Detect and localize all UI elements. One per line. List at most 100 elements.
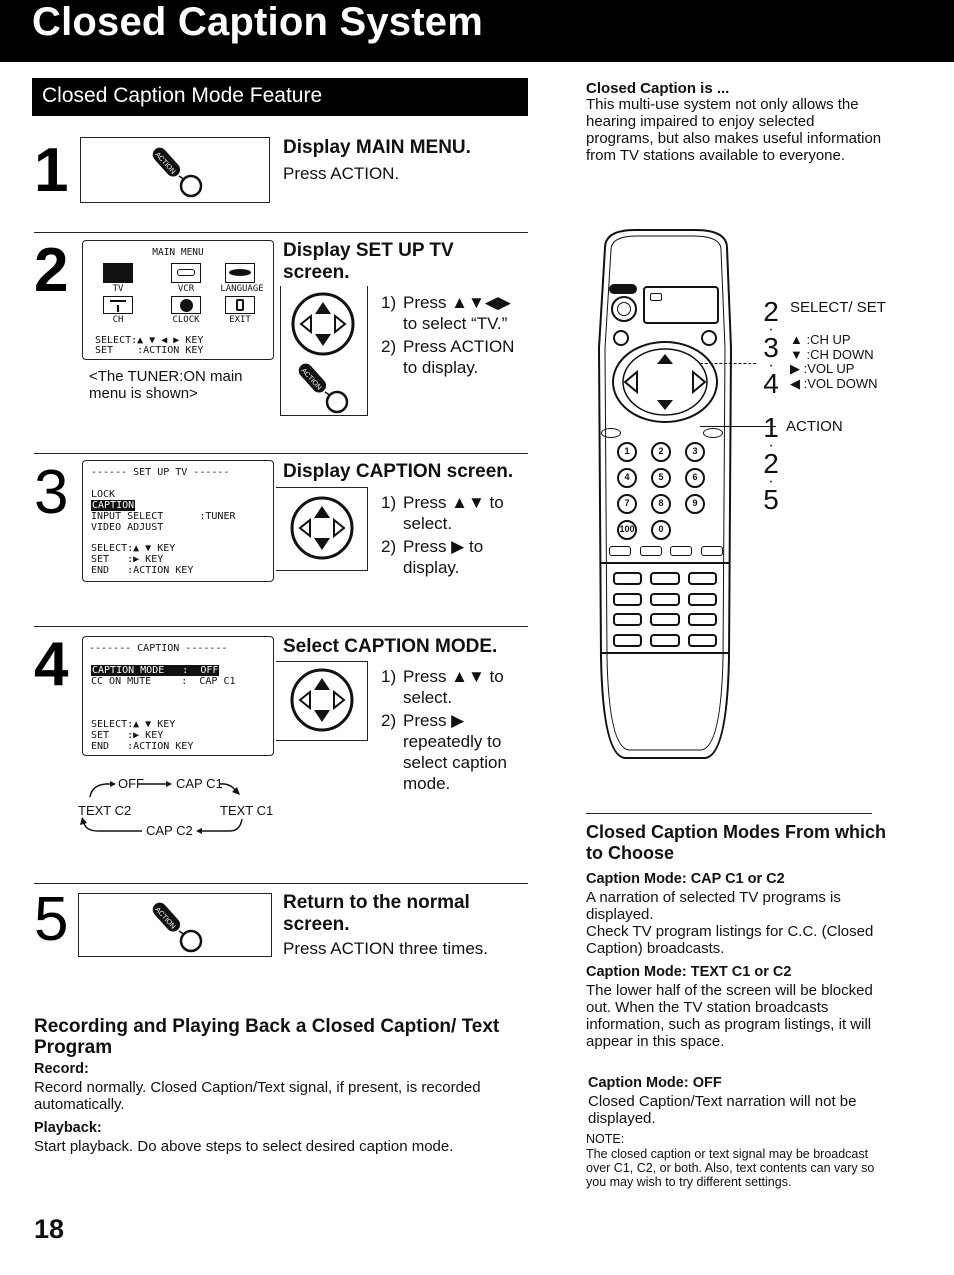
- cycle-cap-c2: CAP C2: [146, 823, 193, 838]
- power-label-plate: [609, 284, 637, 294]
- ch-icon: [103, 296, 133, 314]
- osd-select-line: SELECT:▲ ▼ KEY: [91, 719, 176, 730]
- step-3-heading: Display CAPTION screen.: [283, 461, 514, 482]
- osd-title: ------- CAPTION -------: [89, 643, 228, 654]
- instruction-item: 1) Press ▲▼◀▶ to select “TV.”: [381, 293, 511, 333]
- step-1-heading: Display MAIN MENU.: [283, 137, 471, 158]
- step-4-heading: Select CAPTION MODE.: [283, 636, 498, 657]
- dpad-icon: [290, 496, 354, 560]
- recording-heading: Recording and Playing Back a Closed Capt…: [34, 1016, 500, 1058]
- number-key-3: 3: [685, 442, 705, 462]
- instruction-item: 1) Press ▲▼ to select.: [381, 493, 504, 533]
- tv-icon: [103, 263, 133, 283]
- action-button-left: [601, 428, 621, 438]
- step-3-number: 3: [34, 458, 69, 527]
- step-5-body: Press ACTION three times.: [283, 939, 488, 958]
- number-key-1: 1: [617, 442, 637, 462]
- step-5-heading: Return to the normal screen.: [283, 892, 470, 935]
- section-title: Closed Caption Mode Feature: [42, 84, 323, 107]
- step-2-number: 2: [34, 236, 69, 305]
- set-up-tv-osd: ------ SET UP TV ------ LOCK CAPTION INP…: [82, 460, 274, 582]
- osd-item-video-adjust: VIDEO ADJUST: [91, 522, 164, 533]
- page-number: 18: [34, 1214, 65, 1244]
- dpad-icon: [291, 292, 355, 356]
- osd-set-line: SET :▶ KEY: [91, 554, 164, 565]
- modes-heading: Closed Caption Modes From which to Choos…: [586, 822, 887, 863]
- leader-line-select: [700, 363, 756, 364]
- clock-label: CLOCK: [172, 315, 200, 325]
- instruction-item: 1) Press ▲▼ to select.: [381, 667, 504, 707]
- callout-action-label: ACTION: [786, 418, 843, 435]
- number-keypad: 1 2 3 4 5 6 7 8 9 100 0: [617, 442, 717, 552]
- dpad-icon: [290, 668, 354, 732]
- remote-dpad: [612, 330, 718, 423]
- page-title: Closed Caption System: [32, 0, 483, 44]
- action-button-icon: ACTION: [152, 902, 203, 953]
- step-2-caption: <The TUNER:ON main menu is shown>: [89, 368, 243, 402]
- callout-vol-down: ◀ :VOL DOWN: [790, 375, 878, 391]
- divider: [34, 883, 528, 884]
- step-2-heading: Display SET UP TV screen.: [283, 240, 454, 283]
- number-key-9: 9: [685, 494, 705, 514]
- language-icon: [225, 263, 255, 283]
- tv-label: TV: [112, 284, 124, 294]
- callout-steps-action: 1 · 2 · 5: [763, 412, 779, 515]
- osd-item-caption-highlighted: CAPTION: [91, 500, 136, 511]
- step-3-buttons-box: [276, 487, 368, 571]
- osd-title: MAIN MENU: [152, 247, 204, 258]
- step-1-action-box: ACTION: [80, 137, 270, 203]
- remote-control-illustration: 1 2 3 4 5 6 7 8 9 100 0: [595, 228, 735, 760]
- step-5-action-box: ACTION: [78, 893, 272, 957]
- divider: [586, 813, 872, 814]
- divider: [34, 453, 528, 454]
- mode-text-text: The lower half of the screen will be blo…: [586, 982, 873, 1050]
- page-title-bar: Closed Caption System: [0, 0, 954, 62]
- caption-mode-cycle-diagram: OFF CAP C1 TEXT C1 CAP C2 TEXT C2: [70, 775, 280, 845]
- tv-vcr-indicator-window: [643, 286, 719, 324]
- mode-cap-text-2: Check TV program listings for C.C. (Clos…: [586, 923, 874, 957]
- number-key-2: 2: [651, 442, 671, 462]
- exit-label: EXIT: [229, 315, 251, 325]
- osd-select-line: SELECT:▲ ▼ KEY: [91, 543, 176, 554]
- osd-end-line: END :ACTION KEY: [91, 741, 194, 752]
- step-4-number: 4: [34, 630, 69, 699]
- number-key-5: 5: [651, 468, 671, 488]
- record-text: Record normally. Closed Caption/Text sig…: [34, 1079, 481, 1113]
- action-button-icon: ACTION: [298, 363, 349, 414]
- callout-ch-down: ▼ :CH DOWN: [790, 346, 874, 362]
- playback-label: Playback:: [34, 1120, 102, 1136]
- cycle-off: OFF: [118, 776, 144, 791]
- mode-off-title: Caption Mode: OFF: [588, 1075, 722, 1091]
- divider: [34, 232, 528, 233]
- step-4-instructions: 1) Press ▲▼ to select. 2) Press ▶ repeatedly…: [381, 666, 531, 794]
- note-text: The closed caption or text signal may be…: [586, 1147, 875, 1189]
- caption-osd: ------- CAPTION ------- CAPTION MODE : O…: [82, 636, 274, 756]
- callout-vol-up: ▶ :VOL UP: [790, 361, 855, 376]
- playback-text: Start playback. Do above steps to select…: [34, 1138, 454, 1155]
- divider: [34, 626, 528, 627]
- clock-icon: [171, 296, 201, 314]
- main-menu-osd: MAIN MENU TV VCR LANGUAGE CH CLOCK EXIT …: [82, 240, 274, 360]
- note-label: NOTE:: [586, 1132, 625, 1146]
- transport-buttons: [613, 572, 717, 648]
- step-2-buttons-box: ACTION: [280, 286, 368, 416]
- cycle-text-c1: TEXT C1: [220, 803, 274, 818]
- instruction-item: 2) Press ▶ repeatedly to select caption mo…: [381, 711, 507, 793]
- intro-heading: Closed Caption is ...: [586, 80, 730, 97]
- mode-cap-title: Caption Mode: CAP C1 or C2: [586, 871, 785, 887]
- mode-off-text: Closed Caption/Text narration will not b…: [588, 1093, 857, 1127]
- exit-icon: [225, 296, 255, 314]
- function-button-row: [609, 546, 723, 558]
- step-1-number: 1: [34, 136, 69, 205]
- mode-cap-text: A narration of selected TV programs is d…: [586, 889, 841, 923]
- number-key-4: 4: [617, 468, 637, 488]
- step-3-instructions: 1) Press ▲▼ to select. 2) Press ▶ to display…: [381, 492, 541, 578]
- intro-text: This multi-use system not only allows th…: [586, 96, 882, 164]
- step-1-body: Press ACTION.: [283, 164, 400, 183]
- vcr-label: VCR: [177, 284, 195, 294]
- osd-set-line: SET :▶ KEY: [91, 730, 164, 741]
- section-title-bar: Closed Caption Mode Feature: [32, 78, 528, 116]
- step-4-buttons-box: [276, 661, 368, 741]
- ch-label: CH: [112, 315, 124, 325]
- language-label: LANGUAGE: [220, 284, 264, 294]
